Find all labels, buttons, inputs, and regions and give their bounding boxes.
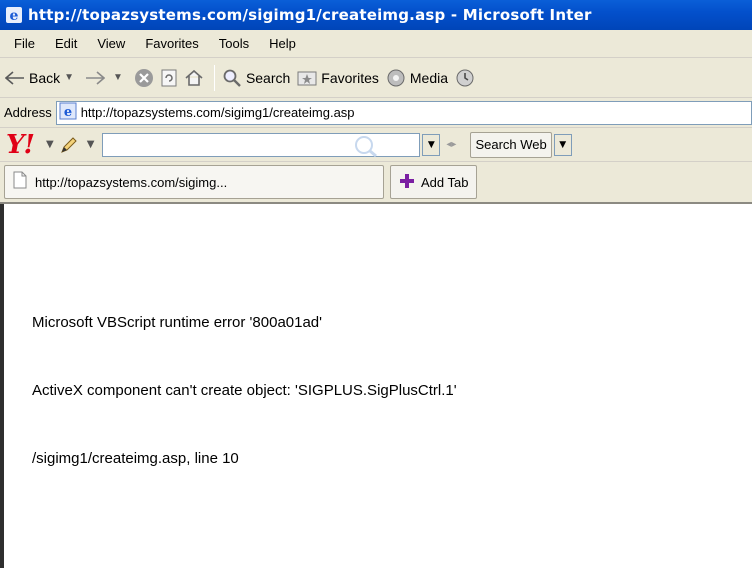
forward-button[interactable]: ▼ <box>84 67 127 89</box>
tab-bar: http://topazsystems.com/sigimg... Add Ta… <box>0 162 752 204</box>
yahoo-search-input[interactable] <box>102 132 421 157</box>
yahoo-menu-dropdown-icon[interactable]: ▼ <box>46 139 54 150</box>
media-label: Media <box>409 69 449 86</box>
media-button[interactable]: Media <box>385 67 448 89</box>
refresh-icon[interactable] <box>158 67 180 89</box>
ie-page-icon: e <box>59 102 77 124</box>
yahoo-toolbar: Y! ▼ ▼ ▼ ◂▸ Search Web ▼ <box>0 128 752 162</box>
search-web-label: Search Web <box>475 137 547 152</box>
plus-icon <box>399 173 415 192</box>
error-message-text: ActiveX component can't create object: '… <box>32 382 457 399</box>
address-label: Address <box>4 105 52 120</box>
menu-file[interactable]: File <box>4 36 45 51</box>
search-web-dropdown-icon[interactable]: ▼ <box>553 133 572 156</box>
history-icon[interactable] <box>454 67 476 89</box>
menu-edit[interactable]: Edit <box>45 36 87 51</box>
media-icon <box>385 67 407 89</box>
svg-text:e: e <box>64 105 72 120</box>
standard-toolbar: Back ▼ ▼ Search Favorites Media <box>0 58 752 98</box>
add-tab-label: Add Tab <box>421 174 469 190</box>
add-tab-button[interactable]: Add Tab <box>390 165 478 199</box>
favorites-label: Favorites <box>321 69 379 86</box>
forward-arrow-icon <box>84 67 106 89</box>
search-label: Search <box>245 69 291 86</box>
back-dropdown-icon[interactable]: ▼ <box>64 72 74 83</box>
back-button[interactable]: Back ▼ <box>4 67 78 89</box>
address-url: http://topazsystems.com/sigimg1/createim… <box>80 105 355 120</box>
magnifier-icon <box>221 67 243 89</box>
favorites-star-icon <box>296 67 318 89</box>
search-web-button[interactable]: Search Web <box>470 131 552 158</box>
back-arrow-icon <box>4 67 26 89</box>
menu-view[interactable]: View <box>87 36 135 51</box>
ie-logo-icon: e <box>4 5 24 25</box>
tab-label: http://topazsystems.com/sigimg... <box>35 174 228 190</box>
menu-help[interactable]: Help <box>259 36 306 51</box>
error-code-text: Microsoft VBScript runtime error '800a01… <box>32 314 323 331</box>
menu-bar: File Edit View Favorites Tools Help <box>0 30 752 58</box>
stop-icon[interactable] <box>133 67 155 89</box>
tab-active[interactable]: http://topazsystems.com/sigimg... <box>4 165 384 199</box>
favorites-button[interactable]: Favorites <box>296 67 379 89</box>
blank-page-icon <box>13 171 27 193</box>
window-title: http://topazsystems.com/sigimg1/createim… <box>28 6 592 24</box>
yahoo-search-dropdown-icon[interactable]: ▼ <box>422 133 441 156</box>
arrow-divider-icon: ◂▸ <box>446 139 457 150</box>
address-field[interactable]: e http://topazsystems.com/sigimg1/create… <box>55 100 752 125</box>
home-icon[interactable] <box>183 67 205 89</box>
menu-favorites[interactable]: Favorites <box>135 36 208 51</box>
menu-tools[interactable]: Tools <box>209 36 259 51</box>
search-button[interactable]: Search <box>221 67 290 89</box>
page-content: Microsoft VBScript runtime error '800a01… <box>0 204 752 568</box>
back-label: Back <box>29 69 61 86</box>
svg-text:e: e <box>10 8 19 24</box>
forward-dropdown-icon[interactable]: ▼ <box>113 72 123 83</box>
pencil-dropdown-icon[interactable]: ▼ <box>87 139 95 150</box>
error-location-text: /sigimg1/createimg.asp, line 10 <box>32 450 239 467</box>
toolbar-separator <box>213 64 215 91</box>
pencil-icon[interactable] <box>58 134 80 156</box>
magnifier-watermark-icon <box>353 135 379 161</box>
title-bar: e http://topazsystems.com/sigimg1/create… <box>0 0 752 30</box>
address-bar: Address e http://topazsystems.com/sigimg… <box>0 98 752 128</box>
yahoo-logo[interactable]: Y! <box>6 130 35 160</box>
